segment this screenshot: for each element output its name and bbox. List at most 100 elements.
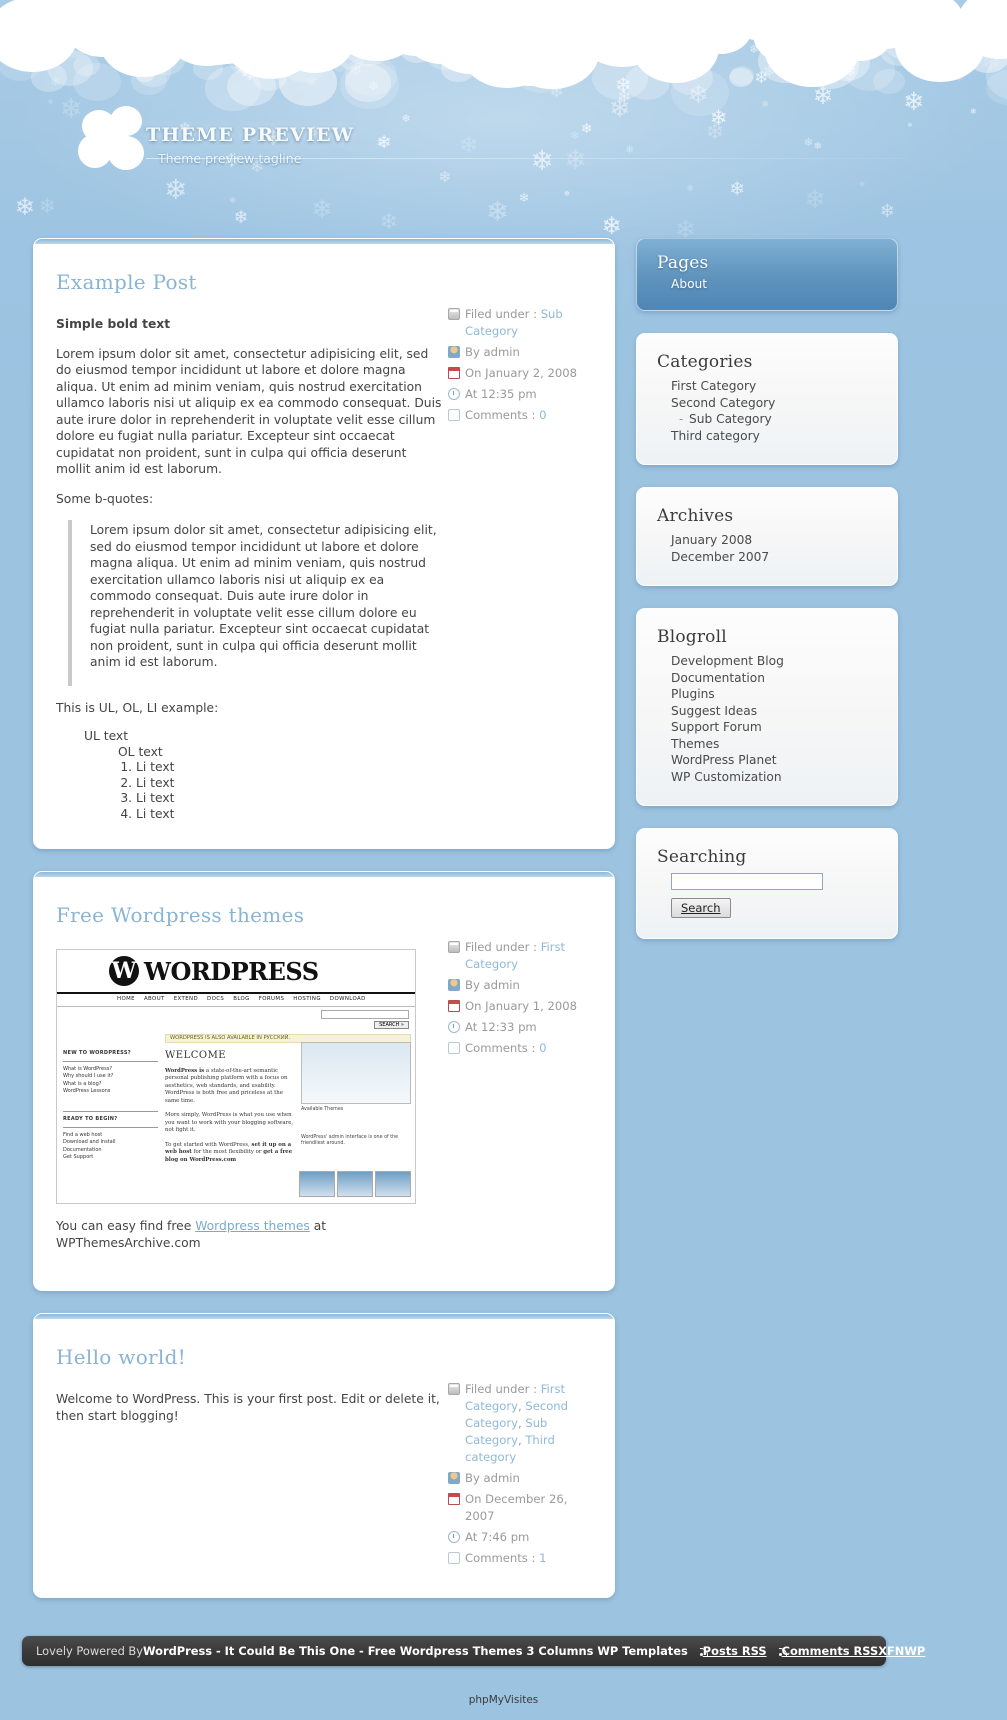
blogroll-link[interactable]: Suggest Ideas (671, 704, 757, 718)
meta-comments[interactable]: Comments : 1 (448, 1550, 590, 1567)
page-link[interactable]: About (671, 277, 707, 291)
list-item[interactable]: About (671, 276, 877, 292)
post-time: 7:46 pm (480, 1530, 530, 1544)
post-date: January 2, 2008 (485, 366, 578, 380)
screenshot-body3-mid: for the most flexibility or (191, 1149, 264, 1156)
filed-under-label: Filed under : (465, 1382, 537, 1396)
category-link[interactable]: First Category (671, 379, 756, 393)
screenshot-body-bold: WordPress is (165, 1068, 205, 1074)
screenshot-right-column: Available Themes WordPress' admin interf… (301, 1042, 411, 1147)
widget-title: Searching (657, 847, 747, 867)
footer-text-before: You can easy find free (56, 1219, 196, 1233)
meta-time: At 12:33 pm (448, 1019, 590, 1036)
by-label: By (465, 978, 480, 992)
category-link[interactable]: Sub Category (689, 412, 772, 426)
meta-comments[interactable]: Comments : 0 (448, 407, 590, 424)
on-label: On (465, 366, 482, 380)
nav-item: BLOG (233, 996, 250, 1002)
list-item[interactable]: Suggest Ideas (671, 703, 877, 720)
list-item[interactable]: Themes (671, 736, 877, 753)
post-title[interactable]: Free Wordpress themes (56, 903, 442, 927)
blogroll-link[interactable]: Documentation (671, 671, 765, 685)
post-paragraph: Lorem ipsum dolor sit amet, consectetur … (56, 346, 442, 477)
blogroll-link[interactable]: Themes (671, 737, 719, 751)
blogroll-link[interactable]: Support Forum (671, 720, 762, 734)
demo-ordered-list: Li text Li text Li text Li text (118, 760, 442, 822)
meta-filed-under: Filed under : First Category, Second Cat… (448, 1381, 590, 1466)
post-title[interactable]: Hello world! (56, 1345, 442, 1369)
post-hello-world: Hello world! Welcome to WordPress. This … (33, 1313, 615, 1598)
comment-icon (448, 1552, 460, 1564)
calendar-icon (448, 1000, 460, 1012)
list-item[interactable]: Sub Category (671, 411, 877, 428)
widget-blogroll: Blogroll Development Blog Documentation … (636, 608, 898, 806)
wp-link[interactable]: WP (904, 1644, 925, 1658)
site-title[interactable]: THEME PREVIEW (146, 124, 354, 146)
post-time: 12:35 pm (480, 387, 537, 401)
meta-filed-under: Filed under : First Category (448, 939, 590, 973)
meta-comments[interactable]: Comments : 0 (448, 1040, 590, 1057)
author-name: admin (483, 978, 520, 992)
comments-rss-link[interactable]: Comments RSS (782, 1644, 879, 1658)
posts-rss-link[interactable]: Posts RSS (703, 1644, 767, 1658)
list-item[interactable]: Support Forum (671, 719, 877, 736)
screenshot-left-link: Get Support (63, 1153, 94, 1160)
screenshot-left-link: Why should I use it? (63, 1073, 114, 1080)
at-label: At (465, 1530, 478, 1544)
wordpress-themes-link[interactable]: Wordpress themes (195, 1219, 310, 1233)
nav-item: ABOUT (143, 996, 165, 1002)
screenshot-body2: More simply, WordPress is what you use w… (165, 1112, 294, 1134)
pages-list: About (657, 276, 877, 292)
categories-list: First Category Second Category Sub Categ… (657, 378, 877, 444)
site-footer: Lovely Powered By WordPress - It Could B… (22, 1636, 925, 1666)
list-item: OL text (118, 744, 163, 759)
meta-author: By admin (448, 977, 590, 994)
calendar-icon (448, 1493, 460, 1505)
clock-icon (448, 388, 460, 400)
screenshot-welcome-heading: WELCOME (165, 1050, 227, 1061)
widget-title: Archives (657, 506, 734, 526)
blogroll-link[interactable]: WP Customization (671, 770, 782, 784)
blogroll-link[interactable]: Plugins (671, 687, 715, 701)
list-item[interactable]: Second Category (671, 395, 877, 412)
header-divider (146, 158, 906, 159)
nav-item: DOCS (207, 996, 225, 1002)
post-metadata: Filed under : Sub Category By admin On J… (448, 270, 590, 822)
list-item[interactable]: Development Blog (671, 653, 877, 670)
wordpress-screenshot-image: W WORDPRESS HOME ABOUT EXTEND DOCS BLOG FORUM… (56, 949, 416, 1204)
list-item: Li text (136, 760, 442, 776)
footer-main-link[interactable]: WordPress - It Could Be This One - Free … (143, 1644, 688, 1658)
list-item[interactable]: WP Customization (671, 769, 877, 786)
demo-nested-list: OL text (118, 745, 442, 761)
archive-link[interactable]: January 2008 (671, 533, 752, 547)
screenshot-body-text: WordPress is a state-of-the-art semantic… (165, 1068, 295, 1164)
phpmyvisites-label[interactable]: phpMyVisites (0, 1694, 1007, 1706)
author-name: admin (483, 345, 520, 359)
list-item[interactable]: Documentation (671, 670, 877, 687)
author-name: admin (483, 1471, 520, 1485)
list-item[interactable]: January 2008 (671, 532, 877, 549)
list-item[interactable]: Third category (671, 428, 877, 445)
screenshot-left-head2: READY TO BEGIN? (63, 1116, 118, 1123)
list-item[interactable]: Plugins (671, 686, 877, 703)
search-button[interactable] (671, 898, 731, 918)
meta-date: On December 26, 2007 (448, 1491, 590, 1525)
list-item: Li text (136, 791, 442, 807)
list-item[interactable]: First Category (671, 378, 877, 395)
list-item[interactable]: December 2007 (671, 549, 877, 566)
blogroll-link[interactable]: Development Blog (671, 654, 784, 668)
search-input[interactable] (671, 873, 823, 890)
widget-title: Blogroll (657, 627, 727, 647)
archive-link[interactable]: December 2007 (671, 550, 769, 564)
post-title[interactable]: Example Post (56, 270, 442, 294)
xfn-link[interactable]: XFN (878, 1644, 904, 1658)
screenshot-left-column: NEW TO WORDPRESS? What is WordPress? Why… (63, 1050, 158, 1161)
screenshot-search-input (321, 1010, 409, 1019)
list-item: Li text (136, 807, 442, 823)
widget-categories: Categories First Category Second Categor… (636, 333, 898, 465)
blogroll-link[interactable]: WordPress Planet (671, 753, 776, 767)
category-link[interactable]: Third category (671, 429, 760, 443)
screenshot-left-head1: NEW TO WORDPRESS? (63, 1050, 131, 1056)
category-link[interactable]: Second Category (671, 396, 775, 410)
list-item[interactable]: WordPress Planet (671, 752, 877, 769)
